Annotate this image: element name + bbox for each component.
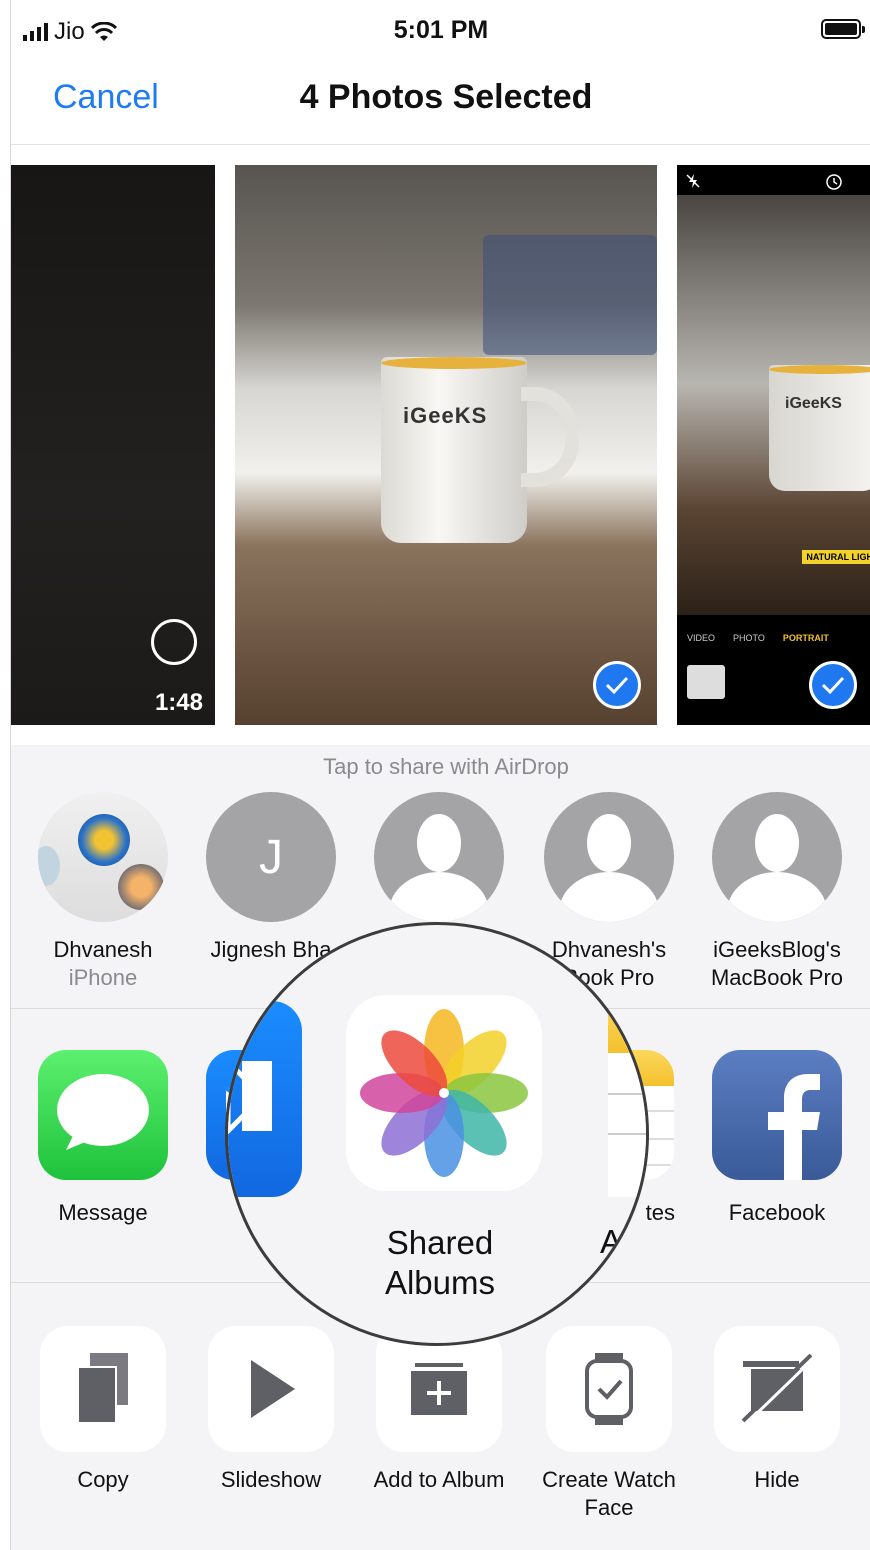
action-label: Add to Album [373, 1467, 505, 1492]
avatar-initial: J [259, 830, 283, 884]
person-icon [544, 792, 674, 922]
share-sheet-screen: Jio 5:01 PM Cancel 4 Photos Selected 1:4… [10, 0, 870, 1550]
action-label: Hide [754, 1467, 800, 1492]
action-label: Slideshow [220, 1467, 322, 1492]
hide-icon [714, 1326, 840, 1452]
action-add-to-album[interactable]: Add to Album [355, 1326, 523, 1494]
airdrop-contact[interactable]: J Jignesh Bha [187, 792, 355, 964]
timer-icon [826, 174, 842, 190]
status-time: 5:01 PM [393, 16, 489, 44]
magnifier-callout: Shared Albums Ad [225, 922, 649, 1346]
app-facebook[interactable]: Facebook [693, 1050, 861, 1226]
airdrop-contact[interactable]: Dhvanesh iPhone [19, 792, 187, 992]
mug-logo-text: iGeeKS [403, 403, 488, 428]
contact-name: Dhvanesh [53, 937, 153, 962]
video-duration: 1:48 [154, 689, 203, 716]
app-label: Message [58, 1200, 148, 1225]
action-label: Create Watch Face [542, 1467, 676, 1520]
magnified-partial-label: Ad [600, 1223, 641, 1260]
battery-icon [821, 19, 865, 39]
selected-check-icon[interactable] [809, 661, 857, 709]
watch-icon [546, 1326, 672, 1452]
lighting-banner: NATURAL LIGH [802, 550, 870, 564]
flash-off-icon [686, 174, 700, 188]
copy-icon [40, 1326, 166, 1452]
navigation-bar: Cancel 4 Photos Selected [11, 62, 870, 145]
photo-thumbnail-camera-screenshot[interactable]: iGeeKS NATURAL LIGH VIDEO PHOTO PORTRAIT [677, 165, 870, 725]
photo-strip[interactable]: 1:48 iGeeKS iGeeKS NATURAL LIGH VIDEO PHO… [11, 145, 870, 745]
page-title: 4 Photos Selected [299, 78, 593, 116]
action-label: Copy [77, 1467, 129, 1492]
app-message[interactable]: Message [19, 1050, 187, 1226]
avatar [38, 792, 168, 922]
status-bar: Jio 5:01 PM [11, 0, 870, 62]
app-label: Facebook [728, 1200, 826, 1225]
avatar: J [206, 792, 336, 922]
airdrop-contact[interactable]: iGeeksBlog's MacBook Pro [693, 792, 861, 992]
action-hide[interactable]: Hide [693, 1326, 861, 1494]
person-icon [712, 792, 842, 922]
action-create-watch-face[interactable]: Create Watch Face [525, 1326, 693, 1522]
selected-check-icon[interactable] [593, 661, 641, 709]
shared-albums-label: Shared Albums [384, 1224, 496, 1301]
camera-modes: VIDEO PHOTO PORTRAIT [687, 633, 829, 643]
action-copy[interactable]: Copy [19, 1326, 187, 1494]
photo-thumbnail-video[interactable]: 1:48 [11, 165, 215, 725]
notes-icon-magnified [608, 1001, 646, 1197]
airdrop-hint: Tap to share with AirDrop [323, 754, 569, 779]
contact-device: iPhone [68, 965, 138, 990]
contact-device: MacBook Pro [710, 965, 844, 990]
last-photo-thumbnail [687, 665, 725, 699]
message-icon [38, 1050, 168, 1180]
laptop-background [483, 235, 657, 355]
facebook-icon [712, 1050, 842, 1180]
person-icon [374, 792, 504, 922]
airdrop-contact[interactable] [355, 792, 523, 936]
mug-image: iGeeKS [381, 357, 579, 543]
photos-icon[interactable] [346, 995, 542, 1191]
photo-thumbnail-mug[interactable]: iGeeKS [235, 165, 657, 725]
contact-name: iGeeksBlog's [713, 937, 841, 962]
mail-icon-magnified [228, 1001, 302, 1197]
action-slideshow[interactable]: Slideshow [187, 1326, 355, 1494]
selection-circle-icon[interactable] [151, 619, 197, 665]
mug-image-small: iGeeKS [769, 365, 870, 491]
play-icon [208, 1326, 334, 1452]
